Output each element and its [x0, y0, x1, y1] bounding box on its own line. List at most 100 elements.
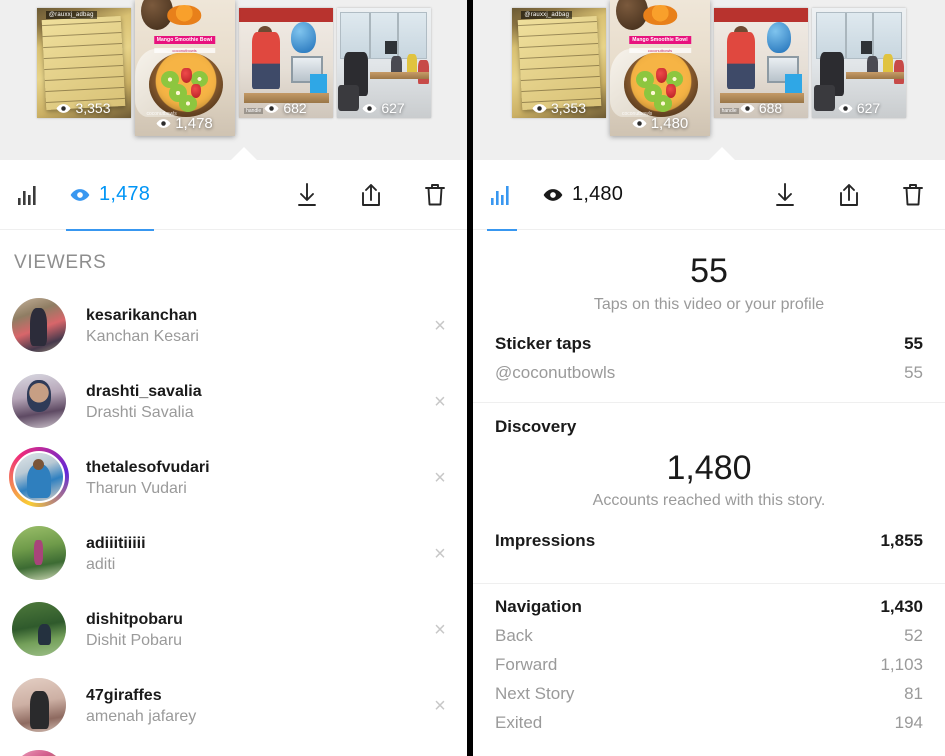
story-thumbnail[interactable]: 627	[812, 8, 906, 118]
story-view-count: 3,353	[512, 100, 606, 116]
view-count-text: 682	[283, 100, 307, 116]
remove-viewer-icon[interactable]: ×	[429, 468, 451, 488]
remove-viewer-icon[interactable]: ×	[429, 544, 451, 564]
viewer-row[interactable]: adiiitiiiii aditi ×	[0, 516, 467, 592]
stat-row-back: Back 52	[473, 621, 945, 650]
share-icon[interactable]	[835, 181, 863, 209]
sticker-logo-icon	[642, 5, 677, 26]
avatar[interactable]	[9, 447, 69, 507]
story-view-count: 682	[239, 100, 333, 116]
stat-value: 1,103	[880, 654, 923, 674]
story-view-count-active: 1,478	[135, 115, 235, 132]
bar-chart-icon	[18, 185, 36, 205]
tab-insights-left[interactable]	[18, 160, 40, 230]
trash-icon[interactable]	[899, 181, 927, 209]
stat-row-impressions: Impressions 1,855	[473, 526, 945, 555]
avatar[interactable]	[12, 602, 68, 658]
share-icon[interactable]	[357, 181, 385, 209]
eye-icon	[156, 119, 171, 128]
viewer-fullname: Kanchan Kesari	[86, 327, 199, 345]
story-sticker: Mango Smoothie Bowl coconutbowls	[629, 5, 691, 54]
sticker-subcaption: coconutbowls	[629, 48, 691, 54]
story-thumbnail[interactable]: @rauxxj_adbag 3,353	[36, 8, 131, 118]
active-thumbnail-pointer	[231, 147, 257, 160]
stat-value: 194	[894, 712, 923, 732]
eye-icon	[362, 103, 377, 113]
download-icon[interactable]	[771, 181, 799, 209]
story-thumbnail[interactable]: @rauxxj_adbag 3,353	[512, 8, 606, 118]
viewer-fullname: Drashti Savalia	[86, 403, 194, 421]
discovery-caption: Accounts reached with this story.	[592, 492, 826, 510]
viewer-fullname: Tharun Vudari	[86, 479, 187, 497]
viewer-row[interactable]: thetalesofvudari Tharun Vudari ×	[0, 440, 467, 516]
avatar[interactable]	[12, 526, 68, 582]
avatar[interactable]	[12, 678, 68, 734]
sticker-caption: Mango Smoothie Bowl	[153, 36, 216, 45]
stat-row-navigation-total: Navigation 1,430	[473, 592, 945, 621]
story-thumbnail-active[interactable]: Mango Smoothie Bowl coconutbowls coconut…	[610, 0, 710, 136]
tab-views-left[interactable]: 1,478	[66, 160, 155, 231]
stat-label: Navigation	[495, 596, 582, 616]
eye-icon	[632, 119, 647, 128]
stat-value: 81	[904, 683, 923, 703]
story-view-count: 3,353	[37, 100, 131, 116]
story-thumbnail[interactable]: handle 688	[714, 8, 808, 118]
remove-viewer-icon[interactable]: ×	[429, 392, 451, 412]
remove-viewer-icon[interactable]: ×	[429, 316, 451, 336]
view-count-text: 627	[856, 100, 881, 116]
remove-viewer-icon[interactable]: ×	[429, 696, 451, 716]
right-panel: @rauxxj_adbag 3,353 Mango Smoothie Bowl …	[473, 0, 945, 756]
story-view-count: 688	[714, 100, 808, 116]
story-overlay-handle: @rauxxj_adbag	[45, 11, 97, 20]
viewer-row-partial[interactable]	[0, 744, 467, 756]
view-count-text: 688	[758, 100, 783, 116]
story-thumbnail[interactable]: 627	[336, 8, 431, 118]
viewer-row[interactable]: dishitpobaru Dishit Pobaru ×	[0, 592, 467, 668]
sticker-caption: Mango Smoothie Bowl	[629, 36, 691, 45]
view-count-text: 3,353	[550, 100, 587, 116]
story-thumbnail-active[interactable]: Mango Smoothie Bowl coconutbowls coconut…	[134, 0, 235, 136]
view-count-text: 3,353	[75, 100, 111, 116]
tab-views-right[interactable]: 1,480	[543, 160, 623, 230]
stat-row-forward: Forward 1,103	[473, 650, 945, 679]
stat-label: Impressions	[495, 530, 596, 550]
trash-icon[interactable]	[421, 181, 449, 209]
stat-value: 55	[904, 363, 923, 383]
tab-insights-right[interactable]	[487, 160, 517, 231]
eye-icon	[838, 103, 853, 113]
viewer-fullname: aditi	[86, 555, 116, 573]
story-thumbnail[interactable]: handle 682	[238, 8, 333, 118]
viewer-row[interactable]: 47giraffes amenah jafarey ×	[0, 668, 467, 744]
eye-icon	[543, 188, 563, 201]
story-overlay-handle: @rauxxj_adbag	[521, 11, 573, 20]
stat-row-exited: Exited 194	[473, 708, 945, 737]
story-insights-screen: @rauxxj_adbag 3,353 Mango Smoothie Bowl …	[0, 0, 945, 756]
stat-value: 1,430	[880, 596, 923, 616]
eye-icon	[532, 103, 547, 113]
stat-value: 1,855	[880, 530, 923, 550]
stat-row-sticker-account: @coconutbowls 55	[473, 359, 945, 388]
stat-label: Exited	[495, 712, 543, 732]
avatar[interactable]	[12, 374, 68, 430]
avatar[interactable]	[12, 298, 68, 354]
download-icon[interactable]	[293, 181, 321, 209]
story-thumbnail-tray-left: @rauxxj_adbag 3,353 Mango Smoothie Bowl …	[0, 0, 467, 160]
avatar[interactable]	[12, 750, 68, 756]
viewer-username: drashti_savalia	[86, 382, 202, 400]
panel-divider	[467, 0, 473, 756]
viewer-row[interactable]: kesarikanchan Kanchan Kesari ×	[0, 288, 467, 364]
eye-icon	[56, 103, 71, 113]
viewer-username: dishitpobaru	[86, 610, 183, 628]
eye-icon	[70, 188, 90, 201]
stat-label: @coconutbowls	[495, 363, 616, 383]
remove-viewer-icon[interactable]: ×	[429, 620, 451, 640]
story-sticker: Mango Smoothie Bowl coconutbowls	[153, 5, 216, 54]
viewer-row[interactable]: drashti_savalia Drashti Savalia ×	[0, 364, 467, 440]
view-count-text: 627	[381, 100, 405, 116]
story-view-count: 627	[337, 100, 431, 116]
stat-label: Back	[495, 625, 533, 645]
left-panel: @rauxxj_adbag 3,353 Mango Smoothie Bowl …	[0, 0, 467, 756]
discovery-section-title: Discovery	[495, 416, 577, 436]
view-count-text: 1,480	[650, 115, 689, 132]
story-thumbnail-tray-right: @rauxxj_adbag 3,353 Mango Smoothie Bowl …	[473, 0, 945, 160]
